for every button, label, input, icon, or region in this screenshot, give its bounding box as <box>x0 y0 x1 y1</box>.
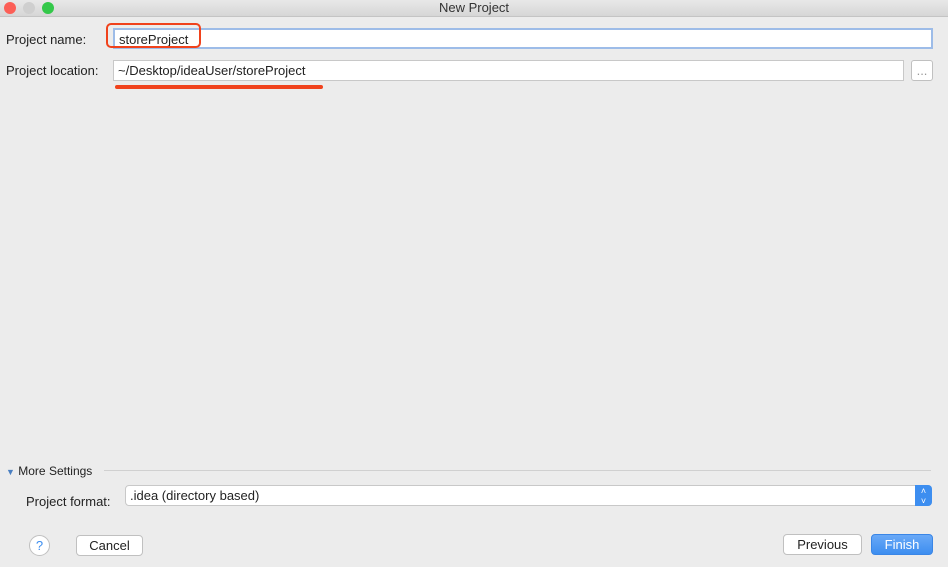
project-format-value: .idea (directory based) <box>130 488 260 503</box>
project-name-input[interactable]: storeProject <box>113 28 933 49</box>
minimize-window-button[interactable] <box>23 2 35 14</box>
more-settings-label: More Settings <box>18 464 93 478</box>
close-window-button[interactable] <box>4 2 16 14</box>
cancel-button[interactable]: Cancel <box>76 535 143 556</box>
project-location-input[interactable]: ~/Desktop/ideaUser/storeProject <box>113 60 904 81</box>
up-down-chevron-icon: ˄ ˅ <box>915 485 932 506</box>
project-location-label: Project location: <box>6 63 99 78</box>
triangle-down-icon: ▼ <box>6 467 15 477</box>
previous-button[interactable]: Previous <box>783 534 862 555</box>
name-highlight <box>106 23 201 48</box>
divider <box>104 470 931 471</box>
project-format-label: Project format: <box>26 494 111 509</box>
project-name-label: Project name: <box>6 32 87 47</box>
window-title: New Project <box>438 0 510 15</box>
title-bar: New Project <box>0 0 948 17</box>
finish-button[interactable]: Finish <box>871 534 933 555</box>
location-underline <box>115 85 323 89</box>
help-button[interactable]: ? <box>29 535 50 556</box>
more-settings-toggle[interactable]: ▼ More Settings <box>6 464 92 478</box>
zoom-window-button[interactable] <box>42 2 54 14</box>
project-format-select[interactable]: .idea (directory based) ˄ ˅ <box>125 485 932 506</box>
browse-button[interactable]: ... <box>911 60 933 81</box>
